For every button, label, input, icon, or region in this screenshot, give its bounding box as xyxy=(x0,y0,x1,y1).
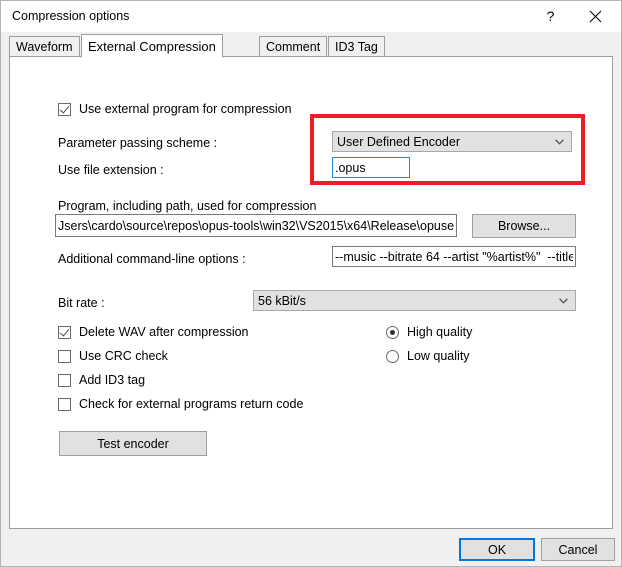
add-id3-tag-label: Add ID3 tag xyxy=(79,373,146,387)
parameter-passing-scheme-dropdown[interactable]: User Defined Encoder xyxy=(332,131,572,152)
checkbox-box xyxy=(58,397,71,411)
dialog-footer: OK Cancel xyxy=(1,530,621,566)
checkbox-box xyxy=(58,349,71,363)
delete-wav-checkbox[interactable]: Delete WAV after compression xyxy=(58,325,249,339)
radio-dot xyxy=(386,325,399,339)
browse-button[interactable]: Browse... xyxy=(472,214,576,238)
low-quality-label: Low quality xyxy=(407,349,470,363)
close-icon xyxy=(589,10,602,22)
high-quality-radio[interactable]: High quality xyxy=(386,325,472,339)
tab-strip: Waveform External Compression Comment ID… xyxy=(9,34,613,58)
high-quality-label: High quality xyxy=(407,325,473,339)
chevron-down-icon xyxy=(559,297,568,304)
check-return-code-label: Check for external programs return code xyxy=(79,397,304,411)
use-external-program-checkbox[interactable]: Use external program for compression xyxy=(58,102,292,116)
radio-dot xyxy=(386,349,399,363)
compression-options-dialog: Compression options ? Waveform External … xyxy=(0,0,622,567)
low-quality-radio[interactable]: Low quality xyxy=(386,349,470,363)
program-path-label: Program, including path, used for compre… xyxy=(58,199,317,213)
use-crc-check-label: Use CRC check xyxy=(79,349,168,363)
parameter-passing-scheme-label: Parameter passing scheme : xyxy=(58,136,218,150)
tab-waveform[interactable]: Waveform xyxy=(9,36,80,57)
ok-button[interactable]: OK xyxy=(459,538,535,561)
bit-rate-value: 56 kBit/s xyxy=(258,293,306,308)
bit-rate-label: Bit rate : xyxy=(58,296,105,310)
bit-rate-dropdown[interactable]: 56 kBit/s xyxy=(253,290,576,311)
tab-id3-tag[interactable]: ID3 Tag xyxy=(328,36,385,57)
test-encoder-button[interactable]: Test encoder xyxy=(59,431,207,456)
chevron-down-icon xyxy=(555,138,564,145)
checkbox-box xyxy=(58,102,71,116)
use-external-program-label: Use external program for compression xyxy=(79,102,292,116)
use-file-extension-input[interactable] xyxy=(332,157,410,178)
help-button[interactable]: ? xyxy=(528,1,573,31)
window-title: Compression options xyxy=(12,9,130,23)
cancel-button[interactable]: Cancel xyxy=(541,538,615,561)
check-return-code-checkbox[interactable]: Check for external programs return code xyxy=(58,397,303,411)
checkbox-box xyxy=(58,373,71,387)
external-compression-panel: Use external program for compression Par… xyxy=(9,56,613,529)
additional-options-input[interactable] xyxy=(332,246,576,267)
close-button[interactable] xyxy=(573,1,618,31)
use-file-extension-label: Use file extension : xyxy=(58,163,164,177)
checkbox-box xyxy=(58,325,71,339)
delete-wav-label: Delete WAV after compression xyxy=(79,325,249,339)
title-bar: Compression options ? xyxy=(1,1,621,32)
question-mark-icon: ? xyxy=(546,8,555,24)
use-crc-check-checkbox[interactable]: Use CRC check xyxy=(58,349,168,363)
parameter-passing-scheme-value: User Defined Encoder xyxy=(337,134,460,149)
program-path-input[interactable] xyxy=(55,214,457,237)
tab-comment[interactable]: Comment xyxy=(259,36,328,57)
tab-external-compression[interactable]: External Compression xyxy=(81,34,223,58)
additional-options-label: Additional command-line options : xyxy=(58,252,246,266)
add-id3-tag-checkbox[interactable]: Add ID3 tag xyxy=(58,373,145,387)
